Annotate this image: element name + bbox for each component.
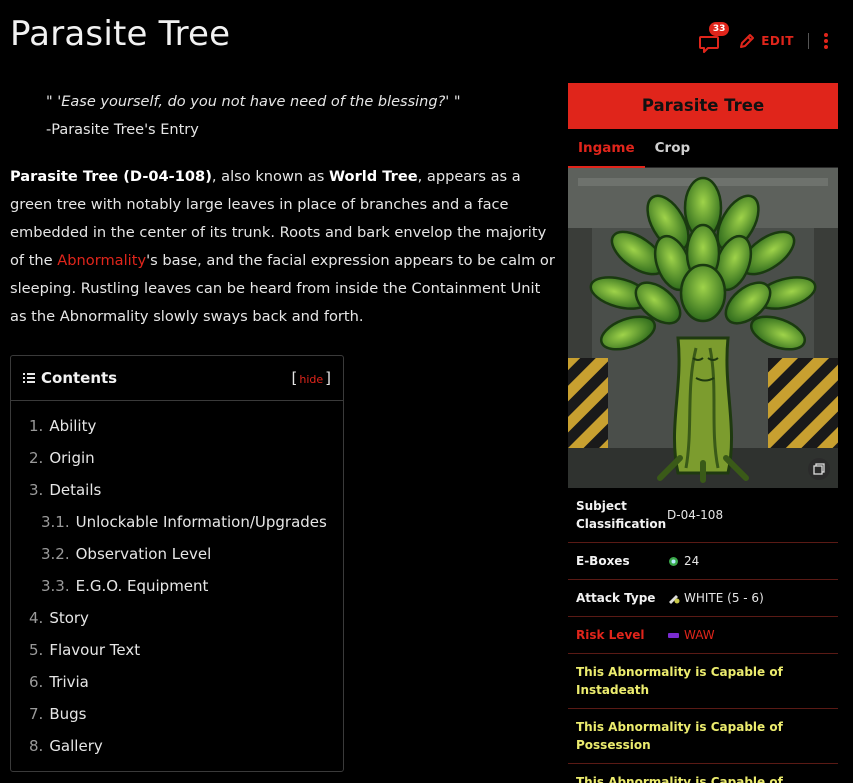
abnormality-link[interactable]: Abnormality — [57, 252, 146, 269]
intro-paragraph: Parasite Tree (D-04-108), also known as … — [10, 163, 555, 331]
expand-icon — [813, 463, 825, 475]
row-value: D-04-108 — [667, 508, 830, 522]
toc-title: Contents — [41, 369, 118, 387]
header-actions: 33 EDIT — [698, 22, 831, 56]
comment-icon — [699, 36, 720, 53]
infobox: Parasite Tree Ingame Crop Subject Classi… — [568, 83, 838, 783]
capability-note-possession: This Abnormality is Capable of Possessio… — [568, 709, 838, 764]
row-label: E-Boxes — [576, 554, 630, 568]
toc-item-story[interactable]: 4. Story — [11, 602, 343, 634]
toc-item-ability[interactable]: 1. Ability — [11, 410, 343, 442]
row-value: WHITE (5 - 6) — [667, 591, 830, 605]
row-label: Attack Type — [576, 591, 656, 605]
more-dot-icon — [824, 39, 828, 43]
toc-item-flavour-text[interactable]: 5. Flavour Text — [11, 634, 343, 666]
toc-item-number: 3.1. — [41, 513, 70, 531]
toc-item-label: Unlockable Information/Upgrades — [75, 513, 327, 531]
row-value: 24 — [667, 554, 830, 568]
toc-item-number: 3.2. — [41, 545, 70, 563]
toc-item-label: Bugs — [49, 705, 87, 723]
toc-item-label: Details — [49, 481, 102, 499]
toc-item-details[interactable]: 3. Details — [11, 474, 343, 506]
toc-item-label: Story — [49, 609, 89, 627]
comment-count-badge: 33 — [709, 22, 730, 36]
ebox-icon — [669, 556, 678, 566]
abnormality-image[interactable] — [568, 168, 838, 488]
toc-item-number: 5. — [29, 641, 44, 659]
toc-hide-link[interactable]: hide — [297, 373, 325, 386]
classification-value: D-04-108 — [667, 508, 724, 522]
tab-ingame[interactable]: Ingame — [568, 129, 645, 168]
expand-image-button[interactable] — [808, 458, 830, 480]
infobox-row-classification: Subject Classification D-04-108 — [568, 488, 838, 543]
infobox-row-attack-type: Attack Type WHITE (5 - 6) — [568, 580, 838, 617]
toc-item-number: 3.3. — [41, 577, 70, 595]
toc-item-unlockable-information[interactable]: 3.1. Unlockable Information/Upgrades — [11, 506, 343, 538]
toc-item-number: 3. — [29, 481, 44, 499]
infobox-title: Parasite Tree — [568, 83, 838, 129]
pencil-icon — [740, 34, 755, 48]
intro-text: , also known as — [211, 168, 329, 185]
page-title: Parasite Tree — [10, 14, 231, 54]
more-options-button[interactable] — [821, 31, 831, 51]
entry-quote: " 'Ease yourself, do you not have need o… — [46, 88, 461, 144]
toc-item-gallery[interactable]: 8. Gallery — [11, 730, 343, 762]
row-label: Subject Classification — [576, 499, 667, 531]
subject-alias: World Tree — [328, 168, 418, 185]
waw-risk-icon — [668, 632, 679, 638]
toc-item-number: 6. — [29, 673, 44, 691]
row-value: WAW — [667, 628, 830, 642]
list-icon — [23, 373, 35, 383]
toc-item-label: E.G.O. Equipment — [75, 577, 209, 595]
toc-item-bugs[interactable]: 7. Bugs — [11, 698, 343, 730]
toc-item-ego-equipment[interactable]: 3.3. E.G.O. Equipment — [11, 570, 343, 602]
parasite-tree-illustration — [568, 168, 838, 488]
toc-item-number: 7. — [29, 705, 44, 723]
infobox-row-risk-level: Risk Level WAW — [568, 617, 838, 654]
toc-item-number: 8. — [29, 737, 44, 755]
toc-item-origin[interactable]: 2. Origin — [11, 442, 343, 474]
risk-level-value: WAW — [684, 628, 715, 642]
table-of-contents: Contents [hide] 1. Ability 2. Origin 3. Det… — [10, 355, 344, 772]
more-dot-icon — [824, 45, 828, 49]
quote-text: " 'Ease yourself, do you not have need o… — [46, 94, 461, 110]
toc-item-label: Trivia — [49, 673, 89, 691]
header-divider — [808, 33, 809, 49]
toc-header: Contents [hide] — [11, 356, 343, 401]
more-dot-icon — [824, 33, 828, 37]
toc-item-number: 1. — [29, 417, 44, 435]
toc-item-label: Gallery — [49, 737, 103, 755]
row-label: Risk Level — [576, 628, 645, 642]
capability-note-instadeath: This Abnormality is Capable of Instadeat… — [568, 654, 838, 709]
toc-item-label: Observation Level — [75, 545, 212, 563]
toc-item-label: Ability — [49, 417, 97, 435]
infobox-tabs: Ingame Crop — [568, 129, 838, 168]
toc-item-number: 2. — [29, 449, 44, 467]
toc-item-observation-level[interactable]: 3.2. Observation Level — [11, 538, 343, 570]
quote-source: -Parasite Tree's Entry — [46, 122, 199, 138]
capability-note-employee-alteration: This Abnormality is Capable of Employee … — [576, 775, 783, 783]
toc-item-label: Flavour Text — [49, 641, 141, 659]
edit-label: EDIT — [761, 34, 794, 48]
edit-button[interactable]: EDIT — [738, 32, 794, 50]
comments-button[interactable]: 33 — [698, 22, 730, 54]
toc-item-trivia[interactable]: 6. Trivia — [11, 666, 343, 698]
tab-crop[interactable]: Crop — [645, 129, 701, 168]
infobox-row-eboxes: E-Boxes 24 — [568, 543, 838, 580]
toc-item-number: 4. — [29, 609, 44, 627]
toc-list: 1. Ability 2. Origin 3. Details 3.1. Unlocka… — [11, 401, 343, 762]
eboxes-value: 24 — [684, 554, 700, 568]
subject-name-code: Parasite Tree (D-04-108) — [10, 168, 212, 185]
white-damage-icon — [669, 594, 680, 604]
attack-type-value: WHITE (5 - 6) — [684, 591, 764, 605]
toc-item-label: Origin — [49, 449, 95, 467]
toc-hide-wrap: [hide] — [291, 369, 332, 387]
